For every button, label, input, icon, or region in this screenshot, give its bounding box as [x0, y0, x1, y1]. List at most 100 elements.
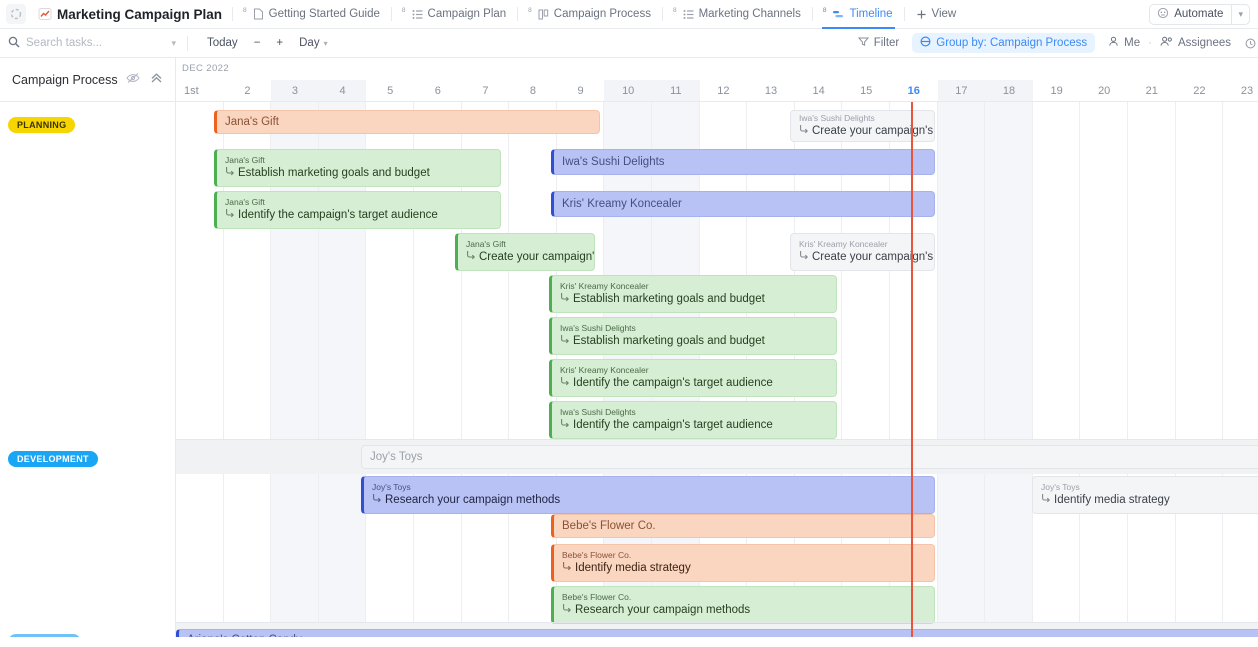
- task-bar-subtask: Create your campaign's m...: [799, 250, 934, 265]
- group-column-header: Campaign Process: [0, 58, 176, 101]
- subtask-arrow-icon: [562, 561, 571, 576]
- tab-label: Campaign Process: [553, 8, 651, 20]
- task-bar[interactable]: Ariana's Cotton Candy: [176, 629, 1258, 637]
- task-bar-customer: Kris' Kreamy Koncealer: [799, 239, 888, 249]
- grid-column: [937, 102, 986, 637]
- timeline-icon: [832, 9, 844, 20]
- ruler-day-7: 7: [482, 84, 489, 97]
- zoom-in-button[interactable]: +: [268, 37, 291, 49]
- section-badge-execution[interactable]: EXECUTION: [8, 634, 82, 637]
- tab-superscript: 8: [822, 6, 827, 14]
- assignees-label: Assignees: [1177, 37, 1231, 49]
- task-bar[interactable]: Joy's Toys: [361, 445, 1258, 469]
- today-button[interactable]: Today: [199, 37, 246, 49]
- tab-campaign-process[interactable]: 8 Campaign Process: [518, 0, 662, 29]
- chevrons-up-icon[interactable]: [150, 71, 163, 89]
- ruler-day-12: 12: [717, 84, 730, 97]
- task-bar[interactable]: Kris' Kreamy Koncealer Create your campai…: [790, 233, 935, 271]
- task-bar[interactable]: Kris' Kreamy Koncealer Identify the campa…: [549, 359, 837, 397]
- task-bar-subtask: Identify media strategy: [562, 561, 934, 576]
- subtask-arrow-icon: [560, 376, 569, 391]
- board-icon: [538, 9, 549, 20]
- grid-column: [1033, 102, 1081, 637]
- task-bar-subtask: Create your campaign's m...: [799, 124, 934, 139]
- task-bar[interactable]: Joy's Toys Research your campaign methods: [361, 476, 935, 514]
- search-input[interactable]: [26, 37, 144, 49]
- list-icon: [412, 9, 423, 20]
- tab-marketing-channels[interactable]: 8 Marketing Channels: [663, 0, 812, 29]
- subtask-arrow-icon: [1041, 493, 1050, 508]
- ruler-day-18: 18: [985, 80, 1033, 101]
- task-bar[interactable]: Kris' Kreamy Koncealer: [551, 191, 935, 217]
- task-bar[interactable]: Bebe's Flower Co. Research your campaign …: [551, 586, 935, 624]
- tab-superscript: 8: [401, 6, 406, 14]
- subtask-label: Create your campaign's m...: [812, 125, 934, 137]
- me-filter-button[interactable]: Me: [1101, 36, 1147, 50]
- tab-timeline[interactable]: 8 Timeline: [813, 0, 904, 29]
- task-bar-customer: Kris' Kreamy Koncealer: [562, 198, 682, 210]
- chevron-down-icon[interactable]: ▾: [1231, 4, 1249, 24]
- add-view-button[interactable]: View: [905, 0, 968, 29]
- task-bar-customer: Jana's Gift: [225, 116, 279, 128]
- task-bar[interactable]: Jana's Gift Create your campaign's m...: [455, 233, 595, 271]
- toolbar-right-group: Filter Group by: Campaign Process Me · A…: [851, 33, 1258, 53]
- subtask-label: Identify media strategy: [575, 562, 691, 574]
- task-bar[interactable]: Jana's Gift Establish marketing goals and…: [214, 149, 501, 187]
- filter-button[interactable]: Filter: [851, 36, 907, 50]
- task-bar[interactable]: Joy's Toys Identify media strategy: [1032, 476, 1258, 514]
- people-icon: [1160, 36, 1173, 50]
- ruler-day-9: 9: [577, 84, 584, 97]
- tab-label: Campaign Plan: [427, 8, 507, 20]
- section-badge-development[interactable]: DEVELOPMENT: [8, 451, 98, 467]
- tab-marketing-campaign-plan[interactable]: Marketing Campaign Plan: [34, 0, 232, 29]
- group-by-chip[interactable]: Group by: Campaign Process: [912, 33, 1096, 53]
- automate-button[interactable]: Automate ▾: [1149, 3, 1250, 25]
- task-bar-subtask: Create your campaign's m...: [466, 250, 594, 265]
- subtask-arrow-icon: [799, 250, 808, 265]
- ruler-day-10: 10: [604, 80, 652, 101]
- task-bar-subtask: Identify the campaign's target audience: [560, 418, 836, 433]
- task-bar-customer: Iwa's Sushi Delights: [560, 323, 636, 333]
- task-bar[interactable]: Iwa's Sushi Delights Establish marketing …: [549, 317, 837, 355]
- person-icon: [1108, 36, 1119, 50]
- subtask-label: Establish marketing goals and budget: [238, 167, 430, 179]
- top-tab-bar: Marketing Campaign Plan 8 Getting Starte…: [0, 0, 1258, 29]
- task-bar[interactable]: Jana's Gift Identify the campaign's targe…: [214, 191, 501, 229]
- section-badge-planning[interactable]: PLANNING: [8, 117, 76, 133]
- subtask-label: Establish marketing goals and budget: [573, 335, 765, 347]
- tab-campaign-plan[interactable]: 8 Campaign Plan: [392, 0, 517, 29]
- assignees-button[interactable]: Assignees: [1153, 36, 1238, 50]
- automate-label: Automate: [1174, 8, 1224, 20]
- chevron-down-icon[interactable]: ▾: [171, 38, 176, 49]
- ruler-day-17: 17: [937, 80, 986, 101]
- task-bar-subtask: Identify media strategy: [1041, 493, 1258, 508]
- subtask-label: Identify media strategy: [1054, 494, 1170, 506]
- search-box[interactable]: ▾: [8, 36, 176, 51]
- task-bar[interactable]: Iwa's Sushi Delights: [551, 149, 935, 175]
- task-bar[interactable]: Bebe's Flower Co. Identify media strategy: [551, 544, 935, 582]
- subtask-arrow-icon: [799, 124, 808, 139]
- task-bar-customer: Joy's Toys: [1041, 482, 1080, 492]
- tab-getting-started-guide[interactable]: 8 Getting Started Guide: [233, 0, 391, 29]
- zoom-out-button[interactable]: −: [246, 37, 269, 49]
- task-bar[interactable]: Jana's Gift: [214, 110, 600, 134]
- subtask-arrow-icon: [225, 166, 234, 181]
- timeline-body[interactable]: Jana's Gift Iwa's Sushi Delights Create yo…: [0, 102, 1258, 637]
- ruler-day-6: 6: [434, 84, 441, 97]
- spinner-icon[interactable]: [6, 4, 26, 24]
- doc-icon: [253, 8, 264, 20]
- eye-slash-icon[interactable]: [126, 71, 140, 89]
- ruler-day-1st: 1st: [184, 84, 199, 97]
- task-bar[interactable]: Bebe's Flower Co.: [551, 514, 935, 538]
- filter-label: Filter: [873, 37, 900, 49]
- zoom-level-select[interactable]: Day ▾: [291, 37, 335, 49]
- task-bar-customer: Jana's Gift: [466, 239, 506, 249]
- tab-superscript: 8: [528, 6, 532, 14]
- toolbar-divider: [187, 35, 188, 51]
- task-bar[interactable]: Iwa's Sushi Delights Identify the campaig…: [549, 401, 837, 439]
- ruler-day-22: 22: [1193, 84, 1206, 97]
- task-bar-customer: Jana's Gift: [225, 155, 265, 165]
- clock-icon[interactable]: [1238, 38, 1256, 49]
- task-bar[interactable]: Kris' Kreamy Koncealer Establish marketin…: [549, 275, 837, 313]
- task-bar[interactable]: Iwa's Sushi Delights Create your campaign…: [790, 110, 935, 142]
